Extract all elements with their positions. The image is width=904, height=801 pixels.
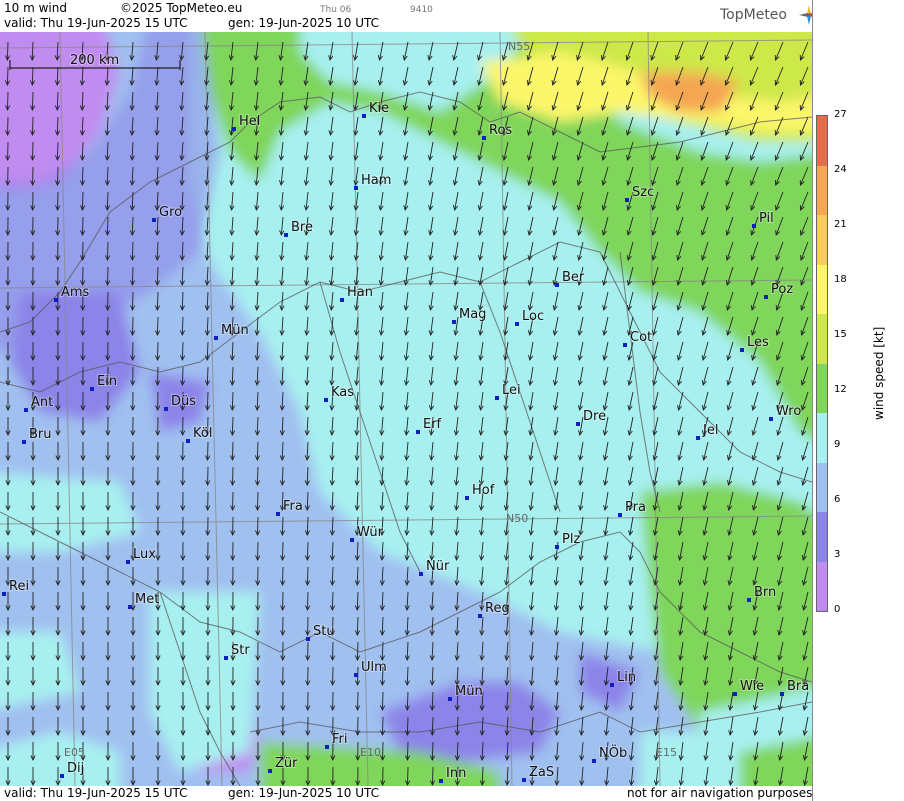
valid-time: valid: Thu 19-Jun-2025 15 UTC (4, 16, 188, 30)
city-label: NÖb (599, 744, 627, 761)
city-label: Erf (423, 417, 442, 432)
city-label: Les (747, 335, 769, 350)
legend-swatch (817, 561, 827, 611)
city-label: Ulm (361, 660, 387, 675)
run-label: Thu 06 (320, 5, 352, 15)
city-label: Kie (369, 101, 389, 116)
city-label: Wie (740, 679, 764, 694)
legend-swatch (817, 165, 827, 215)
city-label: Wro (776, 404, 801, 419)
color-legend: wind speed [kt] (812, 0, 904, 801)
disclaimer-text: not for air navigation purposes (627, 786, 813, 800)
wind-map-canvas: 200 km N55 N50 E05 E10 E15 Hel Kie Ros Ham Szc Gr… (0, 32, 812, 786)
city-label: Mag (459, 307, 486, 322)
legend-tick-label: 27 (834, 109, 847, 120)
city-label: Hel (239, 114, 260, 129)
city-label: Mün (221, 323, 249, 338)
legend-tick-label: 12 (834, 384, 847, 395)
grid-label-n50: N50 (506, 512, 528, 525)
city-label: Loc (522, 309, 544, 324)
city-label: Met (135, 592, 159, 607)
city-label: Kas (331, 385, 354, 400)
run-code: 9410 (410, 5, 433, 15)
footer-bar: valid: Thu 19-Jun-2025 15 UTC gen: 19-Ju… (0, 786, 812, 801)
city-label: Ams (61, 285, 90, 300)
grid-label-e15: E15 (656, 746, 677, 759)
map-title: 10 m wind (4, 1, 67, 15)
legend-tick-label: 9 (834, 439, 841, 450)
city-label: Poz (771, 282, 793, 297)
city-label: Hof (472, 483, 495, 498)
city-label: Bru (29, 427, 52, 442)
city-label: Inn (446, 766, 466, 781)
legend-tick-label: 24 (834, 164, 847, 175)
city-label: Pra (625, 500, 646, 515)
city-label: Ham (361, 173, 391, 188)
legend-swatch (817, 314, 827, 364)
legend-tick-label: 0 (834, 604, 841, 615)
city-label: Dij (67, 761, 84, 776)
legend-divider (812, 0, 813, 801)
city-label: Lin (617, 670, 636, 685)
legend-title: wind speed [kt] (872, 326, 886, 420)
city-label: Mün (455, 684, 483, 699)
city-label: Ros (489, 123, 512, 138)
grid-label-e10: E10 (360, 746, 381, 759)
city-label: Wür (357, 525, 384, 540)
copyright-text: ©2025 TopMeteo.eu (120, 1, 243, 15)
footer-valid-time: valid: Thu 19-Jun-2025 15 UTC (4, 786, 188, 800)
grid-label-e05: E05 (64, 746, 85, 759)
city-label: Dre (583, 409, 606, 424)
city-label: Zür (275, 756, 298, 771)
generated-time: gen: 19-Jun-2025 10 UTC (228, 16, 380, 30)
legend-tick-label: 3 (834, 549, 841, 560)
city-label: Nür (426, 559, 450, 574)
city-label: Bra (787, 679, 809, 694)
logo-text: TopMeteo (720, 7, 787, 23)
city-label: Brn (754, 585, 776, 600)
city-label: Reg (485, 601, 510, 616)
legend-tick-label: 18 (834, 274, 847, 285)
legend-swatch (817, 264, 827, 314)
footer-generated-time: gen: 19-Jun-2025 10 UTC (228, 786, 380, 800)
city-label: Ein (97, 374, 117, 389)
header-bar: 10 m wind ©2025 TopMeteo.eu Thu 06 9410 … (0, 0, 812, 32)
legend-color-bar (816, 115, 828, 612)
wind-map[interactable]: 200 km N55 N50 E05 E10 E15 Hel Kie Ros Ham Szc Gr… (0, 32, 812, 786)
city-label: Pil (759, 211, 774, 226)
legend-tick-label: 21 (834, 219, 847, 230)
legend-swatch (817, 215, 827, 265)
city-label: Gro (159, 205, 182, 220)
city-label: Stu (313, 624, 335, 639)
city-label: Str (231, 643, 250, 658)
legend-tick-label: 6 (834, 494, 841, 505)
city-label: Ber (562, 270, 585, 285)
city-label: Plz (562, 532, 580, 547)
city-label: Lei (502, 383, 521, 398)
city-label: Fri (332, 732, 348, 747)
city-label: Jel (702, 423, 718, 438)
city-label: ZaS (529, 765, 554, 780)
city-label: Bre (291, 220, 313, 235)
city-label: Fra (283, 499, 303, 514)
grid-label-n55: N55 (508, 40, 530, 53)
scale-bar-label: 200 km (70, 53, 119, 68)
city-label: Köl (193, 426, 212, 441)
city-label: Düs (171, 394, 196, 409)
city-label: Cot (630, 330, 652, 345)
city-label: Ant (31, 395, 53, 410)
city-label: Szc (632, 185, 654, 200)
legend-swatch (817, 413, 827, 463)
legend-swatch (817, 363, 827, 413)
legend-tick-label: 15 (834, 329, 847, 340)
city-label: Rei (9, 579, 29, 594)
legend-swatch (817, 512, 827, 562)
city-label: Lux (133, 547, 156, 562)
city-label: Han (347, 285, 373, 300)
legend-swatch (817, 462, 827, 512)
legend-swatch (817, 116, 827, 166)
